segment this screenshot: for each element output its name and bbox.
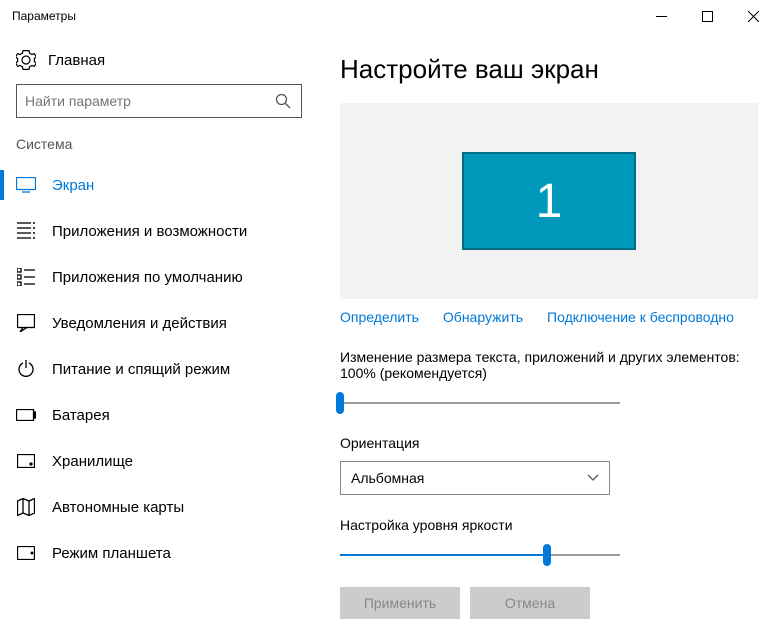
orientation-dropdown[interactable]: Альбомная [340,461,610,495]
apply-button[interactable]: Применить [340,587,460,619]
sidebar-item-notifications[interactable]: Уведомления и действия [0,300,318,346]
window-controls [638,0,776,32]
default-apps-icon [16,267,36,287]
sidebar-item-label: Уведомления и действия [52,315,227,332]
maximize-button[interactable] [684,0,730,32]
sidebar-item-label: Режим планшета [52,545,171,562]
sidebar-item-label: Питание и спящий режим [52,361,230,378]
wireless-link[interactable]: Подключение к беспроводно [547,309,734,325]
display-number: 1 [536,174,563,229]
display-1[interactable]: 1 [462,152,636,250]
slider-track [340,402,620,404]
gear-icon [16,50,36,70]
display-preview: 1 [340,103,758,299]
sidebar-item-label: Батарея [52,407,110,424]
orientation-value: Альбомная [351,470,424,486]
sidebar-item-power[interactable]: Питание и спящий режим [0,346,318,392]
titlebar: Параметры [0,0,776,32]
brightness-label: Настройка уровня яркости [340,517,758,533]
home-button[interactable]: Главная [0,44,318,84]
chevron-down-icon [587,474,599,482]
search-box[interactable] [16,84,302,118]
maximize-icon [702,11,713,22]
storage-icon [16,451,36,471]
tablet-icon [16,543,36,563]
orientation-label: Ориентация [340,435,758,451]
slider-fill [340,554,547,556]
home-label: Главная [48,52,105,69]
identify-link[interactable]: Определить [340,309,419,325]
scale-slider[interactable] [340,391,620,415]
slider-thumb[interactable] [336,392,344,414]
sidebar-item-battery[interactable]: Батарея [0,392,318,438]
apps-icon [16,221,36,241]
detect-link[interactable]: Обнаружить [443,309,523,325]
window-title: Параметры [12,9,76,23]
sidebar-item-storage[interactable]: Хранилище [0,438,318,484]
sidebar-item-label: Приложения и возможности [52,223,247,240]
sidebar-item-default-apps[interactable]: Приложения по умолчанию [0,254,318,300]
category-label: Система [0,136,318,162]
search-input[interactable] [25,93,273,109]
close-icon [748,11,759,22]
sidebar-item-label: Экран [52,177,94,194]
notifications-icon [16,313,36,333]
sidebar-item-apps[interactable]: Приложения и возможности [0,208,318,254]
sidebar-item-maps[interactable]: Автономные карты [0,484,318,530]
search-icon [273,91,293,111]
page-title: Настройте ваш экран [340,54,758,85]
close-button[interactable] [730,0,776,32]
minimize-icon [656,11,667,22]
maps-icon [16,497,36,517]
power-icon [16,359,36,379]
cancel-button[interactable]: Отмена [470,587,590,619]
main-panel: Настройте ваш экран 1 Определить Обнаруж… [318,32,776,614]
battery-icon [16,405,36,425]
sidebar-item-tablet[interactable]: Режим планшета [0,530,318,576]
minimize-button[interactable] [638,0,684,32]
sidebar-item-label: Автономные карты [52,499,184,516]
button-row: Применить Отмена [340,587,758,619]
display-links: Определить Обнаружить Подключение к бесп… [340,309,758,325]
sidebar: Главная Система Экран Приложения и возмо… [0,32,318,614]
brightness-slider[interactable] [340,543,620,567]
display-icon [16,175,36,195]
sidebar-item-display[interactable]: Экран [0,162,318,208]
sidebar-item-label: Хранилище [52,453,133,470]
sidebar-item-label: Приложения по умолчанию [52,269,243,286]
scale-label: Изменение размера текста, приложений и д… [340,349,758,381]
slider-thumb[interactable] [543,544,551,566]
